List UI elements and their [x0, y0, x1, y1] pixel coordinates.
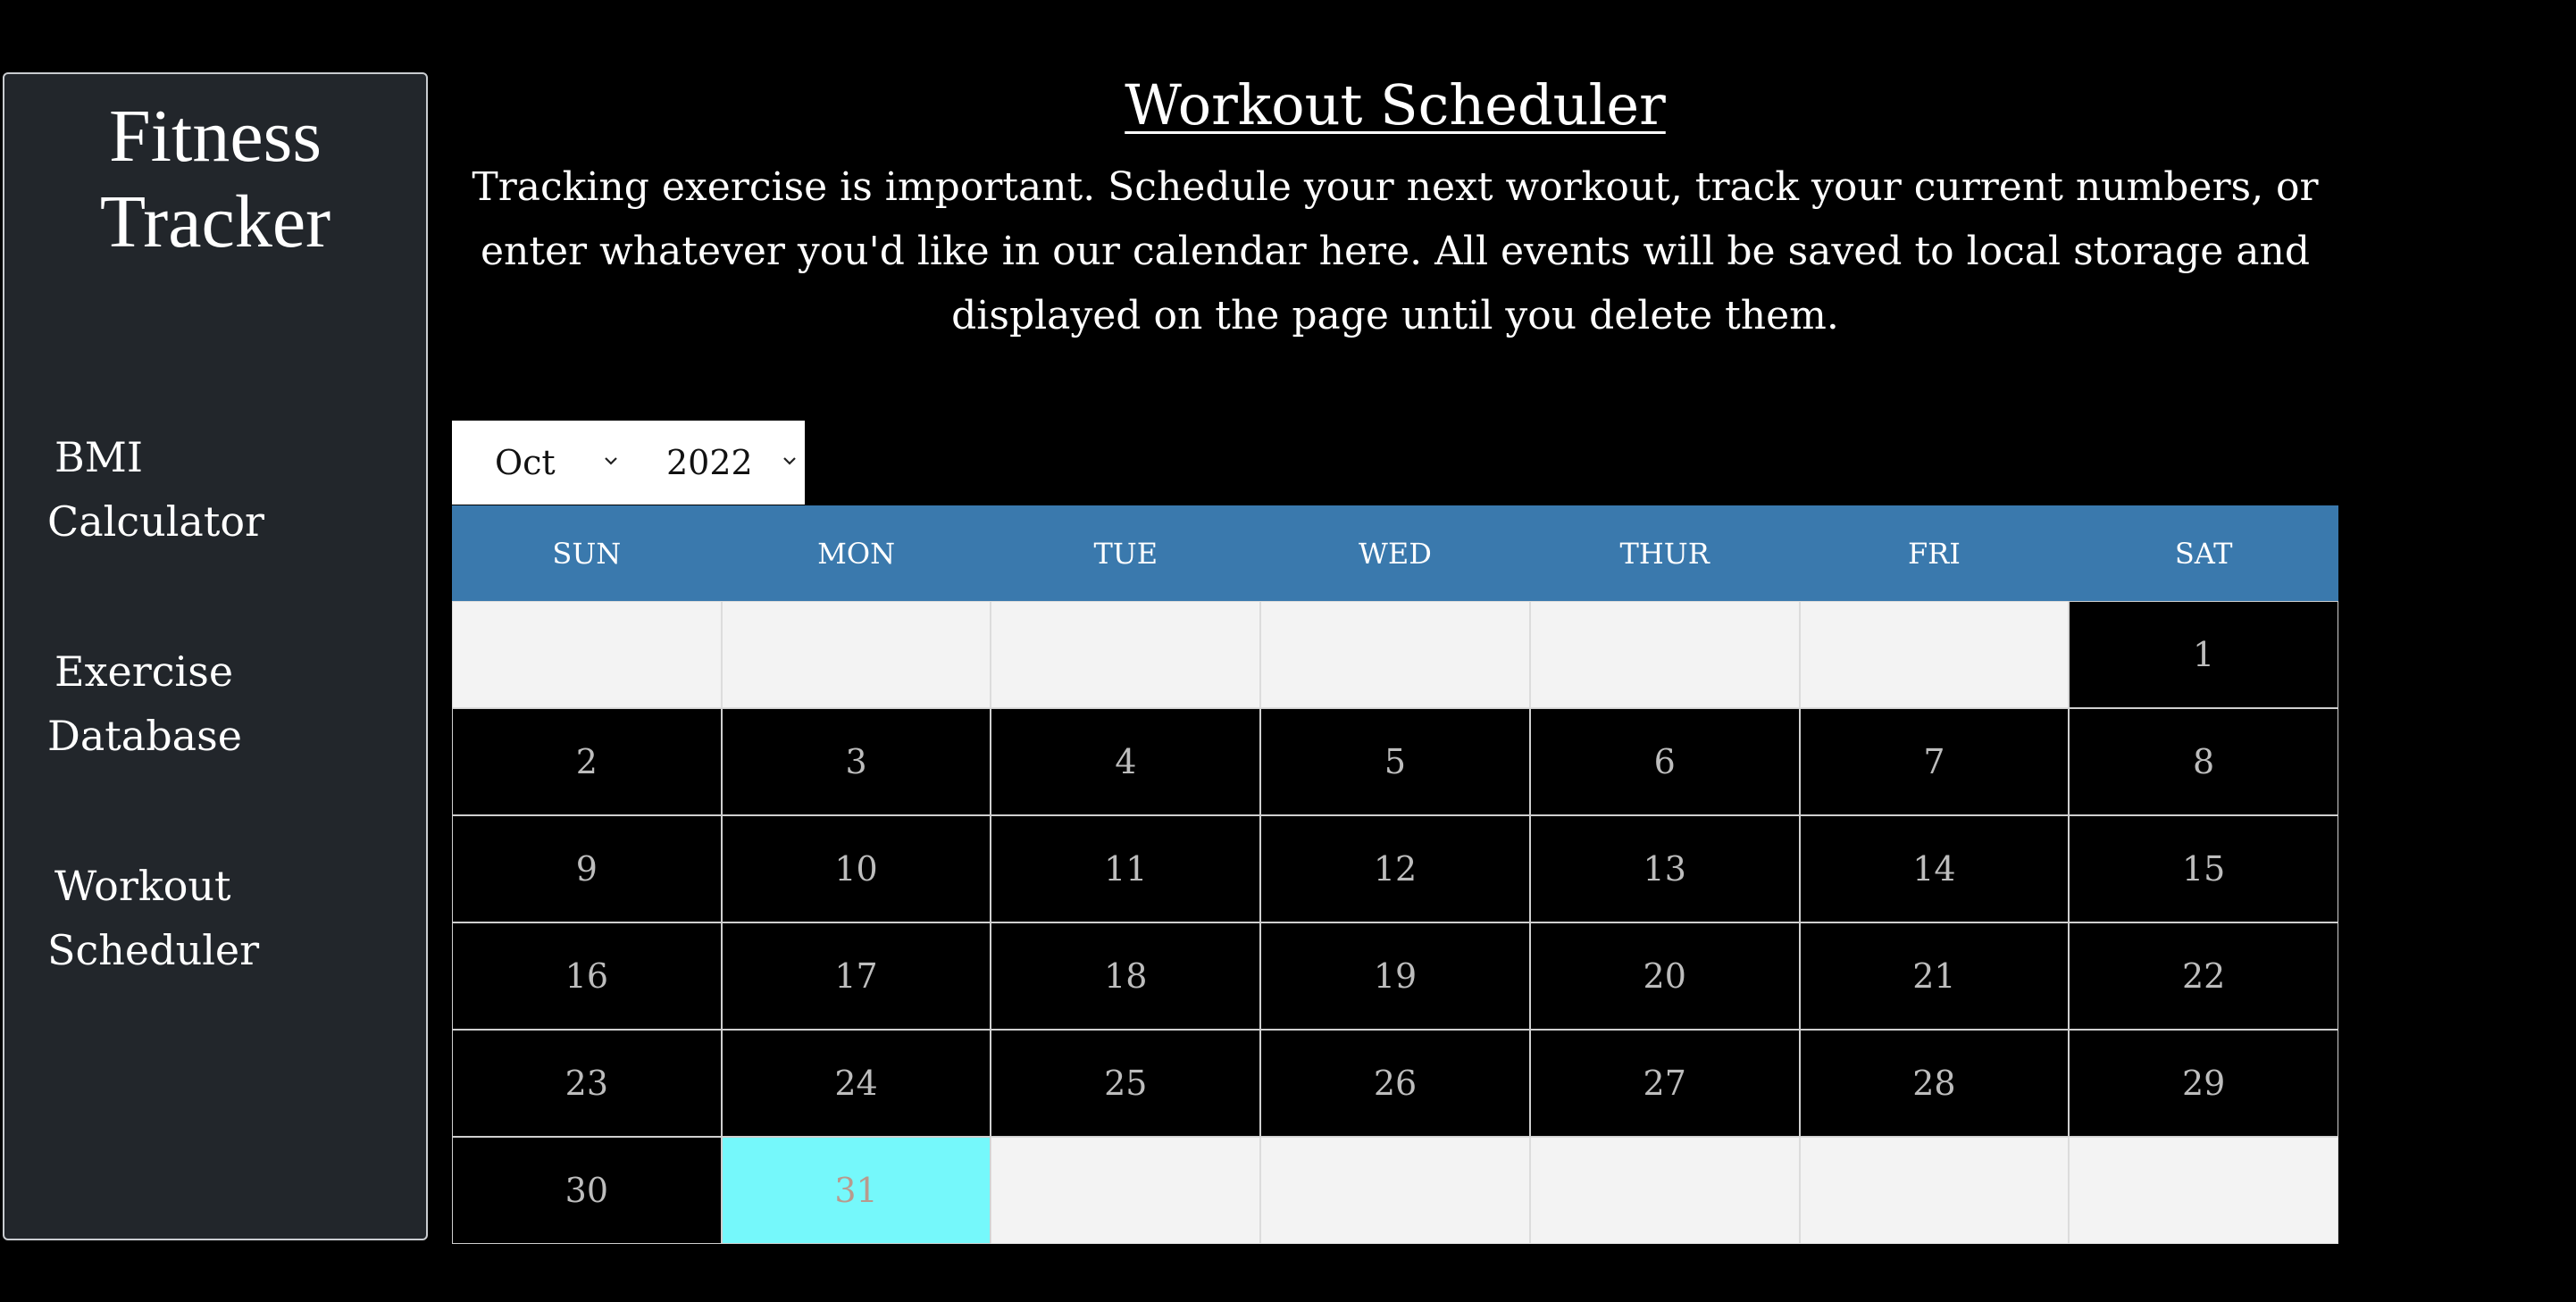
nav-bmi-calculator[interactable]: BMI Calculator — [47, 425, 405, 554]
calendar-day[interactable]: 7 — [1799, 708, 2070, 815]
month-select[interactable]: Oct — [452, 421, 631, 505]
page-title: Workout Scheduler — [1125, 72, 1666, 138]
nav-exercise-database[interactable]: Exercise Database — [47, 639, 405, 768]
calendar-blank-cell — [991, 1137, 1261, 1244]
year-select[interactable]: 2022 — [631, 421, 805, 505]
calendar-day[interactable]: 21 — [1799, 922, 2070, 1030]
calendar-day[interactable]: 22 — [2069, 922, 2338, 1030]
calendar-day[interactable]: 28 — [1799, 1030, 2070, 1137]
calendar-day[interactable]: 6 — [1529, 708, 1800, 815]
calendar-day[interactable]: 26 — [1260, 1030, 1530, 1137]
calendar-day[interactable]: 4 — [991, 708, 1261, 815]
calendar-day[interactable]: 11 — [991, 815, 1261, 922]
calendar-day[interactable]: 12 — [1260, 815, 1530, 922]
nav-label-line-2: Scheduler — [47, 926, 260, 974]
nav-label-line-1: Workout — [54, 862, 231, 910]
calendar-day[interactable]: 5 — [1260, 708, 1530, 815]
calendar-blank-cell — [2069, 1137, 2338, 1244]
calendar-day[interactable]: 24 — [721, 1030, 991, 1137]
weekday-mon: MON — [817, 536, 896, 571]
brand-line-1: Fitness — [108, 95, 322, 178]
weekday-fri: FRI — [1907, 536, 1961, 571]
calendar-blank-cell — [1529, 1137, 1800, 1244]
calendar-day[interactable]: 30 — [452, 1137, 722, 1244]
brand-title: Fitness Tracker — [4, 94, 426, 265]
calendar-day[interactable]: 27 — [1529, 1030, 1800, 1137]
calendar-day[interactable]: 13 — [1529, 815, 1800, 922]
nav-label-line-1: Exercise — [54, 647, 234, 696]
calendar-day[interactable]: 20 — [1529, 922, 1800, 1030]
weekday-sun: SUN — [552, 536, 622, 571]
calendar-day[interactable]: 3 — [721, 708, 991, 815]
calendar-grid: 1 2 3 4 5 6 7 8 9 10 11 12 13 14 15 16 17 18 19 20 21 22 23 24 2… — [452, 601, 2338, 1244]
calendar-day[interactable]: 25 — [991, 1030, 1261, 1137]
calendar-day[interactable]: 16 — [452, 922, 722, 1030]
weekday-sat: SAT — [2174, 536, 2233, 571]
nav-workout-scheduler[interactable]: Workout Scheduler — [47, 854, 405, 982]
calendar-header: SUN MON TUE WED THUR FRI SAT — [452, 505, 2338, 601]
calendar-day[interactable]: 18 — [991, 922, 1261, 1030]
calendar-day[interactable]: 2 — [452, 708, 722, 815]
calendar-day[interactable]: 14 — [1799, 815, 2070, 922]
year-value: 2022 — [666, 443, 753, 482]
chevron-down-icon — [783, 457, 796, 465]
calendar-day[interactable]: 15 — [2069, 815, 2338, 922]
nav-label-line-2: Calculator — [47, 497, 265, 546]
calendar-blank-cell — [1260, 1137, 1530, 1244]
calendar-blank-cell — [1799, 1137, 2070, 1244]
calendar-blank-cell — [1799, 601, 2070, 708]
sidebar: Fitness Tracker BMI Calculator Exercise … — [3, 72, 428, 1240]
calendar-day[interactable]: 17 — [721, 922, 991, 1030]
weekday-tue: TUE — [1093, 536, 1158, 571]
calendar-blank-cell — [1529, 601, 1800, 708]
calendar-blank-cell — [452, 601, 722, 708]
chevron-down-icon — [605, 457, 617, 465]
calendar-day[interactable]: 23 — [452, 1030, 722, 1137]
brand-line-2: Tracker — [99, 180, 331, 263]
calendar-day[interactable]: 1 — [2069, 601, 2338, 708]
calendar-day[interactable]: 19 — [1260, 922, 1530, 1030]
nav-label-line-1: BMI — [54, 433, 144, 481]
month-value: Oct — [495, 443, 556, 482]
calendar-blank-cell — [721, 601, 991, 708]
calendar-day[interactable]: 29 — [2069, 1030, 2338, 1137]
calendar-day[interactable]: 10 — [721, 815, 991, 922]
calendar-blank-cell — [991, 601, 1261, 708]
month-year-selector: Oct 2022 — [452, 421, 805, 505]
calendar-day-today[interactable]: 31 — [721, 1137, 991, 1244]
calendar: SUN MON TUE WED THUR FRI SAT 1 2 3 4 5 6 7 8 9 10… — [452, 505, 2338, 1244]
calendar-day[interactable]: 8 — [2069, 708, 2338, 815]
weekday-thur: THUR — [1619, 536, 1710, 571]
intro-text: Tracking exercise is important. Schedule… — [472, 164, 2319, 338]
nav-label-line-2: Database — [47, 712, 242, 760]
weekday-wed: WED — [1359, 536, 1432, 571]
calendar-day[interactable]: 9 — [452, 815, 722, 922]
calendar-blank-cell — [1260, 601, 1530, 708]
